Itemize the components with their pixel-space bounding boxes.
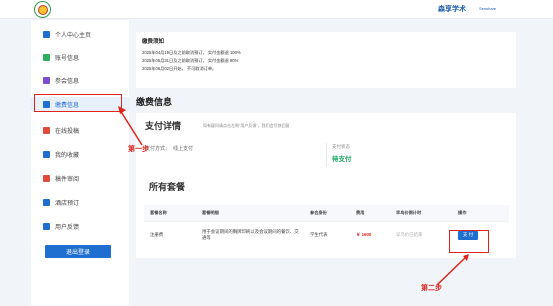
sidebar-item-review[interactable]: 稿件审阅 (31, 171, 129, 185)
sidebar-item-feedback[interactable]: 用户反馈 (31, 219, 129, 233)
early-bird-countdown: 早鸟价已结束 (390, 220, 452, 249)
package-fee: ￥ 1600 (350, 220, 390, 249)
sidebar-item-label: 参会信息 (55, 78, 80, 85)
user-icon (43, 53, 50, 61)
notice-line: 2025年06月02日开始， 不可取消订单。 (142, 66, 217, 71)
sidebar-item-submission[interactable]: 在线投稿 (31, 123, 129, 137)
highlight-box-payment-nav (34, 94, 122, 112)
sidebar-item-label: 在线投稿 (55, 128, 80, 135)
column-header: 参会身份 (304, 205, 350, 221)
hotel-icon (43, 198, 50, 206)
column-header: 操作 (452, 205, 509, 221)
column-header: 费用 (350, 205, 390, 221)
payment-detail-card: 支付详情 如有疑问请点击左侧“用户反馈”，我们会尽快回复 支付方式： 线上支付 支… (136, 113, 516, 175)
sidebar-item-hotel[interactable]: 酒店预订 (31, 195, 129, 209)
column-header: 套餐名称 (144, 205, 196, 221)
column-header: 早鸟价倒计时 (390, 205, 452, 221)
bookmark-icon (43, 150, 50, 158)
sidebar: 个人中心主页 账号信息 参会信息 缴费信息 在线投稿 我的收藏 稿件审阅 酒店预… (31, 20, 129, 306)
arrow-step2 (436, 256, 467, 286)
feedback-icon (43, 222, 50, 230)
logo-icon[interactable] (34, 1, 51, 18)
divider (326, 143, 327, 167)
package-identity: 学生代表 (304, 220, 350, 249)
users-icon (43, 76, 50, 84)
payment-method-value: 线上支付 (173, 146, 194, 152)
logout-button[interactable]: 退出登录 (45, 245, 111, 258)
packages-title: 所有套餐 (149, 182, 186, 192)
review-icon (43, 174, 50, 182)
step1-label: 第一步 (128, 146, 149, 153)
notice-title: 缴费须知 (142, 39, 165, 45)
page-title: 缴费信息 (136, 97, 173, 107)
sidebar-item-label: 稿件审阅 (55, 176, 80, 183)
sidebar-item-label: 用户反馈 (55, 224, 80, 231)
sidebar-item-account[interactable]: 账号信息 (31, 50, 129, 64)
package-name: 注册费 (144, 220, 196, 249)
package-desc: 用于会议期间的胸牌印刷以及会议期间的餐饮、交通等 (196, 220, 304, 249)
top-header: 森享学术 Senshare (0, 0, 553, 19)
sidebar-item-home[interactable]: 个人中心主页 (31, 27, 129, 41)
brand-subtitle: Senshare (479, 6, 497, 11)
notice-line: 2025年04月19日及之前取消预订， 实付金额退 100% (142, 50, 241, 55)
step2-label: 第二步 (421, 285, 442, 292)
brand-name[interactable]: 森享学术 (438, 4, 466, 14)
payment-status-label: 支付状态 (332, 144, 350, 149)
home-icon (43, 30, 50, 38)
detail-tip: 如有疑问请点击左侧“用户反馈”，我们会尽快回复 (203, 123, 290, 128)
column-header: 套餐明细 (196, 205, 304, 221)
payment-status-value: 待支付 (332, 156, 352, 163)
sidebar-item-label: 个人中心主页 (55, 32, 92, 39)
sidebar-item-label: 账号信息 (55, 55, 80, 62)
upload-icon (43, 126, 50, 134)
payment-method: 支付方式： 线上支付 (145, 145, 193, 152)
sidebar-item-favorites[interactable]: 我的收藏 (31, 147, 129, 161)
payment-notice-card: 缴费须知 2025年04月19日及之前取消预订， 实付金额退 100% 2025… (136, 32, 516, 88)
sidebar-item-conference[interactable]: 参会信息 (31, 73, 129, 87)
table-header-row: 套餐名称 套餐明细 参会身份 费用 早鸟价倒计时 操作 (144, 205, 509, 221)
sidebar-item-label: 酒店预订 (55, 200, 80, 207)
highlight-box-pay-button (449, 230, 489, 253)
notice-line: 2025年05月31日及之前取消预订， 实付金额退 80% (142, 58, 239, 63)
detail-title: 支付详情 (145, 121, 182, 131)
sidebar-item-label: 我的收藏 (55, 152, 80, 159)
